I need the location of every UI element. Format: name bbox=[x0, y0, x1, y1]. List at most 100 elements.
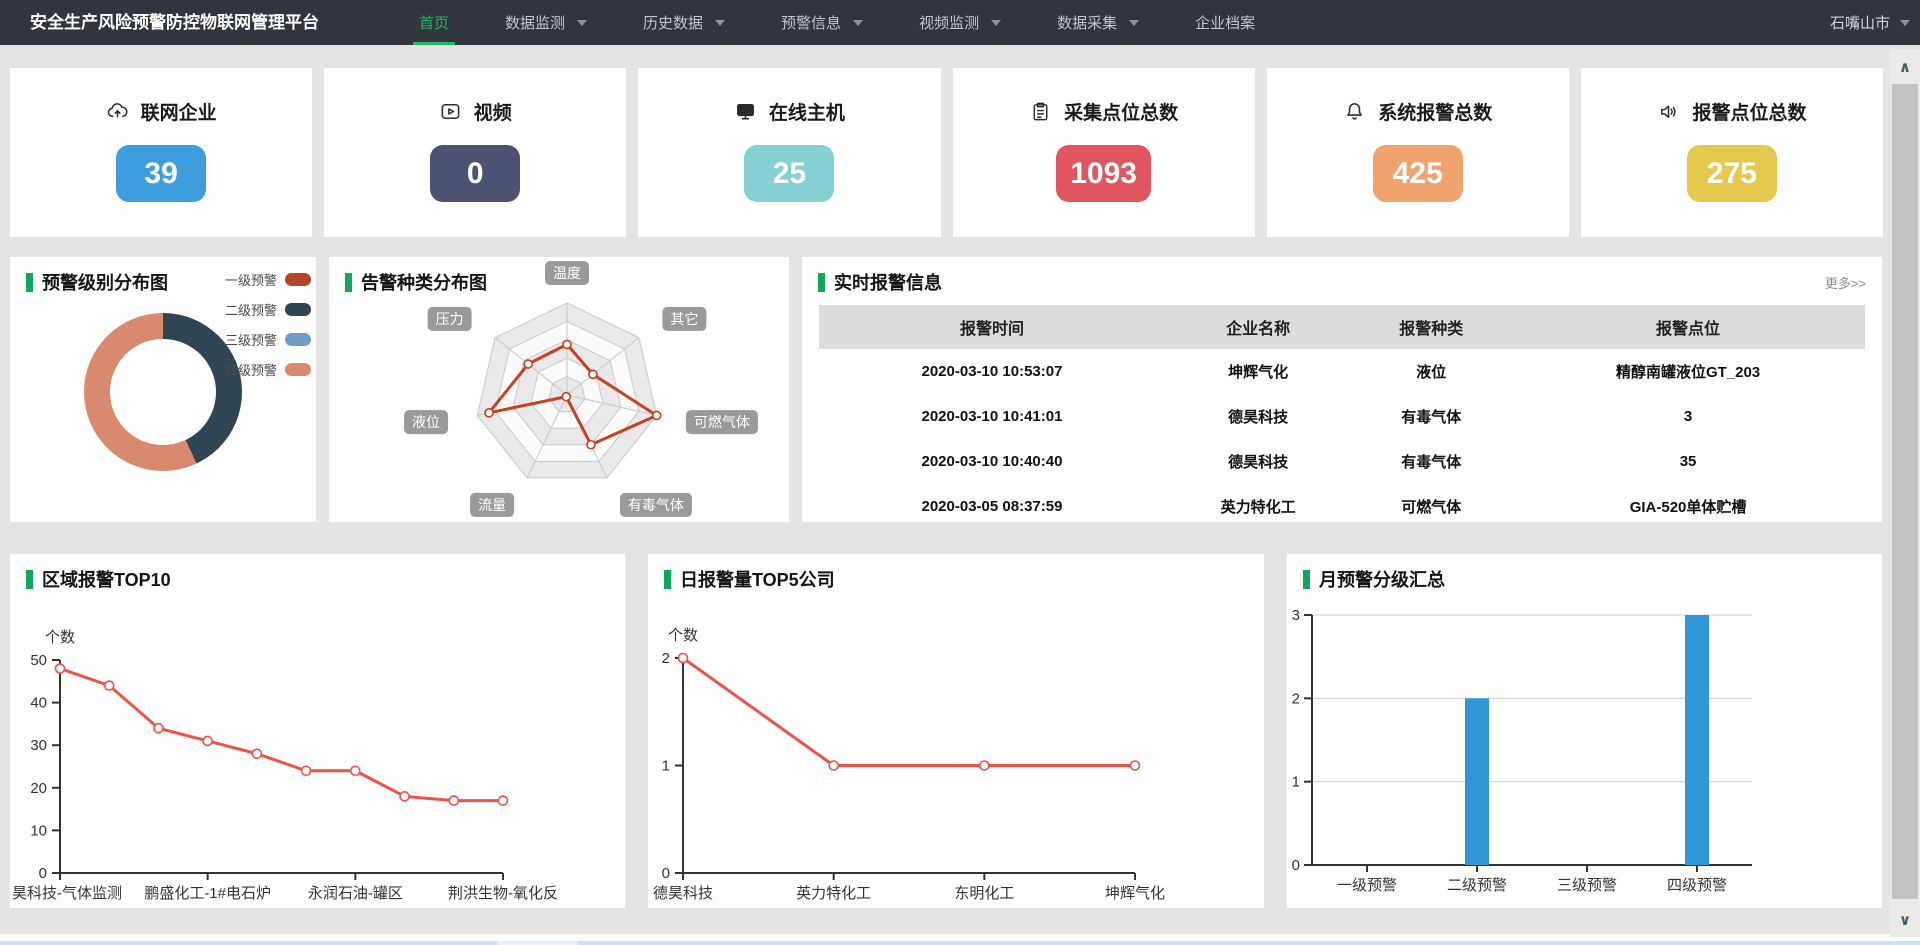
stat-value-badge: 25 bbox=[744, 145, 834, 202]
monitor-icon bbox=[734, 100, 757, 123]
stat-card: 联网企业39 bbox=[10, 68, 312, 237]
table-header: 报警点位 bbox=[1511, 305, 1865, 349]
legend-swatch bbox=[285, 303, 311, 316]
legend-label: 一级预警 bbox=[225, 270, 277, 289]
region-selector[interactable]: 石嘴山市 bbox=[1830, 0, 1910, 45]
svg-text:0: 0 bbox=[1292, 857, 1300, 874]
svg-text:个数: 个数 bbox=[45, 629, 75, 646]
legend-item[interactable]: 二级预警 bbox=[225, 300, 311, 319]
panel-title: 月预警分级汇总 bbox=[1303, 566, 1445, 592]
svg-text:10: 10 bbox=[30, 822, 47, 839]
table-header: 报警时间 bbox=[819, 305, 1165, 349]
stat-value-badge: 275 bbox=[1687, 145, 1777, 202]
svg-text:英力特化工: 英力特化工 bbox=[796, 884, 871, 902]
svg-text:流量: 流量 bbox=[478, 497, 506, 513]
panel-title: 预警级别分布图 bbox=[26, 269, 168, 295]
month-summary-bar-chart[interactable]: 0123一级预警二级预警三级预警四级预警 bbox=[1287, 554, 1882, 908]
nav-item-label: 视频监测 bbox=[919, 12, 979, 33]
stat-label: 系统报警总数 bbox=[1378, 98, 1492, 125]
title-bar-icon bbox=[664, 570, 671, 589]
panel-title: 区域报警TOP10 bbox=[26, 566, 171, 592]
svg-text:50: 50 bbox=[30, 652, 47, 669]
chevron-down-icon bbox=[1129, 20, 1139, 26]
table-cell: 精醇南罐液位GT_203 bbox=[1511, 349, 1865, 394]
table-cell: GIA-520单体贮槽 bbox=[1511, 484, 1865, 529]
title-bar-icon bbox=[26, 273, 33, 292]
title-bar-icon bbox=[1303, 570, 1310, 589]
table-row: 2020-03-05 08:37:59英力特化工可燃气体GIA-520单体贮槽 bbox=[819, 484, 1865, 529]
panel-realtime-alarms: 实时报警信息 更多>> 报警时间企业名称报警种类报警点位 2020-03-10 … bbox=[802, 257, 1882, 522]
horizontal-scrollbar-thumb[interactable] bbox=[497, 941, 577, 945]
video-icon bbox=[439, 100, 462, 123]
svg-text:3: 3 bbox=[1292, 607, 1300, 624]
chevron-down-icon bbox=[991, 20, 1001, 26]
svg-text:1: 1 bbox=[1292, 774, 1300, 791]
clipboard-icon bbox=[1029, 100, 1052, 123]
radar-chart[interactable]: 温度其它可燃气体有毒气体流量液位压力 bbox=[329, 257, 789, 522]
legend-label: 四级预警 bbox=[225, 360, 277, 379]
stat-label: 联网企业 bbox=[141, 98, 217, 125]
stat-label: 采集点位总数 bbox=[1064, 98, 1178, 125]
stat-label: 报警点位总数 bbox=[1692, 98, 1806, 125]
panel-warning-level-distribution: 预警级别分布图 一级预警二级预警三级预警四级预警 bbox=[10, 257, 316, 522]
svg-text:一级预警: 一级预警 bbox=[1337, 877, 1397, 894]
panel-region-alarm-top10: 区域报警TOP10 个数01020304050昊科技-气体监测鹏盛化工-1#电石… bbox=[10, 554, 625, 908]
panel-title: 实时报警信息 bbox=[818, 269, 942, 295]
region-top10-line-chart[interactable]: 个数01020304050昊科技-气体监测鹏盛化工-1#电石炉永润石油-罐区荆洪… bbox=[10, 554, 625, 908]
stat-card: 系统报警总数425 bbox=[1267, 68, 1569, 237]
stat-card: 报警点位总数 275 bbox=[1581, 68, 1883, 237]
chevron-down-icon bbox=[577, 20, 587, 26]
legend-item[interactable]: 一级预警 bbox=[225, 270, 311, 289]
legend-swatch bbox=[285, 333, 311, 346]
nav-item-4[interactable]: 预警信息 bbox=[767, 0, 877, 45]
app-title: 安全生产风险预警防控物联网管理平台 bbox=[30, 0, 319, 45]
vertical-scrollbar-thumb[interactable] bbox=[1892, 84, 1918, 899]
svg-text:0: 0 bbox=[662, 865, 670, 882]
nav-item-1[interactable]: 首页 bbox=[405, 0, 463, 45]
svg-text:荆洪生物-氧化反: 荆洪生物-氧化反 bbox=[448, 885, 558, 902]
nav-item-7[interactable]: 企业档案 bbox=[1181, 0, 1269, 45]
table-cell: 2020-03-05 08:37:59 bbox=[819, 484, 1165, 529]
table-cell: 2020-03-10 10:41:01 bbox=[819, 394, 1165, 439]
svg-text:个数: 个数 bbox=[668, 627, 698, 644]
chevron-down-icon bbox=[1900, 20, 1910, 26]
panel-daily-alarm-top5: 日报警量TOP5公司 个数012德昊科技英力特化工东明化工坤辉气化 bbox=[648, 554, 1264, 908]
svg-text:2: 2 bbox=[662, 650, 670, 667]
bell-icon bbox=[1343, 100, 1366, 123]
nav-item-5[interactable]: 视频监测 bbox=[905, 0, 1015, 45]
chevron-down-icon bbox=[715, 20, 725, 26]
svg-text:昊科技-气体监测: 昊科技-气体监测 bbox=[12, 885, 122, 902]
top-nav: 安全生产风险预警防控物联网管理平台 首页 数据监测 历史数据 预警信息 视频监测 数据采集… bbox=[0, 0, 1920, 45]
table-cell: 35 bbox=[1511, 439, 1865, 484]
nav-item-label: 首页 bbox=[419, 12, 449, 33]
svg-text:三级预警: 三级预警 bbox=[1557, 877, 1617, 894]
stat-card: 采集点位总数1093 bbox=[953, 68, 1255, 237]
stats-row: 联网企业39视频0在线主机25采集点位总数1093系统报警总数425报警点位总数… bbox=[10, 68, 1883, 237]
chevron-down-icon bbox=[853, 20, 863, 26]
horizontal-scrollbar[interactable] bbox=[0, 941, 1920, 945]
panel-title: 告警种类分布图 bbox=[345, 269, 487, 295]
stat-card: 视频0 bbox=[324, 68, 626, 237]
donut-legend: 一级预警二级预警三级预警四级预警 bbox=[225, 270, 311, 390]
nav-item-3[interactable]: 历史数据 bbox=[629, 0, 739, 45]
svg-text:四级预警: 四级预警 bbox=[1667, 877, 1727, 894]
legend-item[interactable]: 三级预警 bbox=[225, 330, 311, 349]
scroll-up-icon[interactable]: ∧ bbox=[1890, 58, 1920, 76]
donut-chart[interactable] bbox=[84, 313, 242, 471]
vertical-scrollbar[interactable]: ∧ ∨ bbox=[1890, 50, 1920, 937]
more-link[interactable]: 更多>> bbox=[1825, 273, 1866, 292]
svg-text:液位: 液位 bbox=[412, 414, 440, 430]
svg-text:温度: 温度 bbox=[553, 265, 581, 281]
nav-item-label: 历史数据 bbox=[643, 12, 703, 33]
svg-text:可燃气体: 可燃气体 bbox=[694, 414, 750, 430]
nav-item-2[interactable]: 数据监测 bbox=[491, 0, 601, 45]
stat-label: 在线主机 bbox=[769, 98, 845, 125]
nav-item-6[interactable]: 数据采集 bbox=[1043, 0, 1153, 45]
daily-top5-line-chart[interactable]: 个数012德昊科技英力特化工东明化工坤辉气化 bbox=[648, 554, 1264, 908]
nav-item-label: 数据采集 bbox=[1057, 12, 1117, 33]
svg-text:东明化工: 东明化工 bbox=[954, 885, 1014, 902]
scroll-down-icon[interactable]: ∨ bbox=[1890, 911, 1920, 929]
speaker-icon bbox=[1657, 100, 1680, 123]
legend-item[interactable]: 四级预警 bbox=[225, 360, 311, 379]
panel-title: 日报警量TOP5公司 bbox=[664, 566, 835, 592]
